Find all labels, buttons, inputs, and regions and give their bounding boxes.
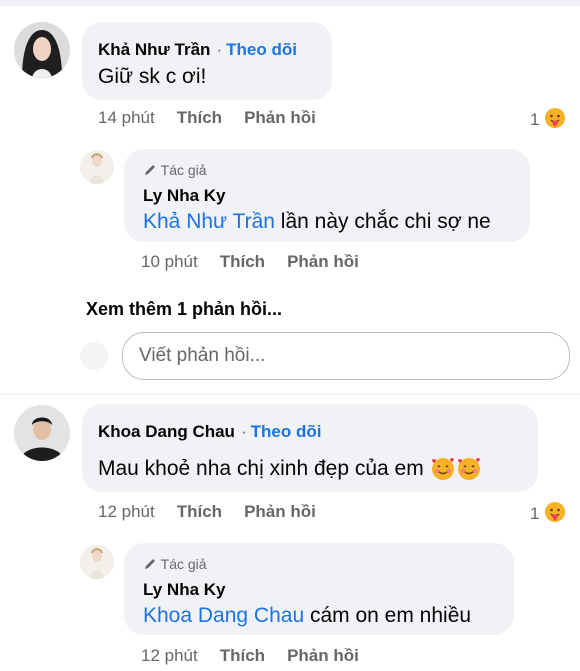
comment-author-line: Khoa Dang Chau · Theo dõi: [98, 422, 321, 442]
reply-author-name[interactable]: Ly Nha Ky: [143, 186, 226, 206]
comment-time[interactable]: 14 phút: [98, 108, 155, 127]
comment-actions: 12 phút Thích Phản hồi: [98, 502, 338, 522]
reply-author-name[interactable]: Ly Nha Ky: [143, 580, 226, 600]
reply-text-body: lần này chắc chi sợ ne: [274, 210, 491, 233]
separator-dot: ·: [240, 422, 247, 441]
comment-author-name[interactable]: Khả Như Trần: [98, 40, 210, 59]
care-reaction-icon: [544, 501, 566, 528]
reply-time[interactable]: 12 phút: [141, 646, 198, 665]
reply-button[interactable]: Phản hồi: [287, 646, 359, 665]
avatar-khoa-dang-chau[interactable]: [14, 405, 70, 461]
follow-link[interactable]: Theo dõi: [251, 422, 322, 441]
reaction-count: 1: [530, 109, 540, 129]
comment-time[interactable]: 12 phút: [98, 502, 155, 521]
reaction-summary[interactable]: 1: [530, 501, 566, 528]
reply-input-box[interactable]: [122, 332, 570, 380]
reply-text: Khả Như Trần lần này chắc chi sợ ne: [143, 210, 491, 234]
care-reaction-icon: [544, 107, 566, 134]
mention-link[interactable]: Khoa Dang Chau: [143, 604, 304, 627]
see-more-replies[interactable]: Xem thêm 1 phản hồi...: [86, 299, 282, 320]
like-button[interactable]: Thích: [177, 502, 222, 521]
like-button[interactable]: Thích: [220, 252, 265, 271]
comment-text: Mau khoẻ nha chị xinh đẹp của em: [98, 456, 482, 483]
section-divider: [0, 393, 580, 395]
author-badge-label: Tác giả: [160, 556, 207, 572]
reply-button[interactable]: Phản hồi: [244, 108, 316, 127]
smiling-face-with-hearts-emoji: [456, 456, 482, 483]
author-badge: Tác giả: [143, 556, 207, 572]
avatar-ly-nha-ky[interactable]: [80, 150, 114, 184]
pencil-icon: [143, 556, 157, 572]
reply-text-body: cám on em nhiều: [304, 604, 472, 627]
author-badge-label: Tác giả: [160, 162, 207, 178]
comment-author-line: Khả Như Trần · Theo dõi: [98, 40, 297, 60]
reply-actions: 12 phút Thích Phản hồi: [141, 646, 381, 666]
smiling-face-with-hearts-emoji: [430, 456, 456, 483]
reply-time[interactable]: 10 phút: [141, 252, 198, 271]
reply-actions: 10 phút Thích Phản hồi: [141, 252, 381, 272]
comment-author-name[interactable]: Khoa Dang Chau: [98, 422, 235, 441]
like-button[interactable]: Thích: [220, 646, 265, 665]
separator-dot: ·: [216, 40, 223, 59]
reaction-summary[interactable]: 1: [530, 107, 566, 134]
like-button[interactable]: Thích: [177, 108, 222, 127]
comment-text: Giữ sk c ơi!: [98, 65, 207, 88]
author-badge: Tác giả: [143, 162, 207, 178]
comment-text-body: Mau khoẻ nha chị xinh đẹp của em: [98, 457, 424, 481]
comment-actions: 14 phút Thích Phản hồi: [98, 108, 338, 128]
composer-avatar: [80, 342, 108, 370]
reply-button[interactable]: Phản hồi: [244, 502, 316, 521]
reply-button[interactable]: Phản hồi: [287, 252, 359, 271]
avatar-ly-nha-ky[interactable]: [80, 545, 114, 579]
follow-link[interactable]: Theo dõi: [226, 40, 297, 59]
top-divider: [0, 0, 580, 6]
reply-input[interactable]: [123, 333, 569, 379]
pencil-icon: [143, 162, 157, 178]
reply-text: Khoa Dang Chau cám on em nhiều: [143, 604, 471, 628]
avatar-kha-nhu-tran[interactable]: [14, 22, 70, 78]
reaction-count: 1: [530, 503, 540, 523]
mention-link[interactable]: Khả Như Trần: [143, 210, 275, 233]
